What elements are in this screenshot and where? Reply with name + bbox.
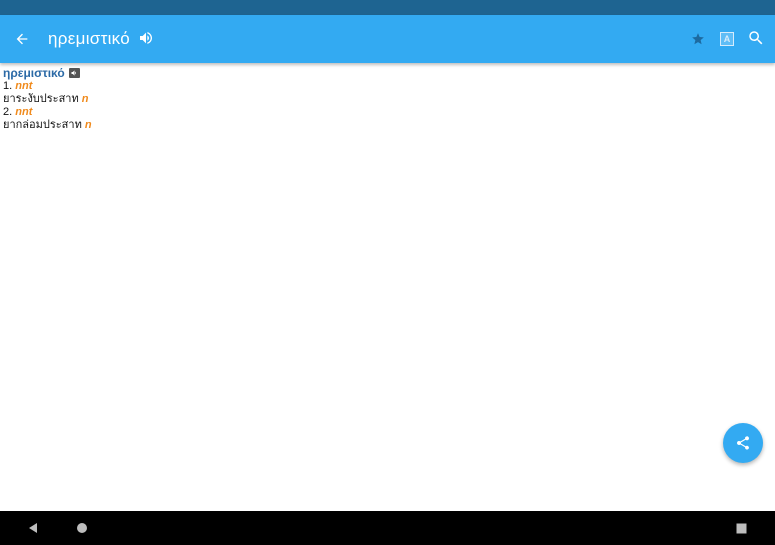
translation-tag: n — [84, 119, 92, 131]
favorite-button[interactable] — [686, 27, 710, 51]
sense-translation: ยาระงับประสาท n — [3, 93, 763, 106]
navigation-bar — [0, 511, 775, 545]
sense-pos: nnt — [15, 106, 33, 118]
headword: ηρεμιστικό — [3, 65, 65, 80]
screen: ηρεμιστικό A ηρεμιστικό 1. nnt ยาระงับปร… — [0, 0, 775, 545]
headword-row: ηρεμιστικό — [3, 66, 763, 80]
nav-back-button[interactable] — [26, 521, 40, 535]
sense-number: 1. — [3, 80, 13, 92]
font-size-button[interactable]: A — [715, 27, 739, 51]
translation-tag: n — [81, 93, 89, 105]
arrow-left-icon — [16, 33, 28, 45]
page-title: ηρεμιστικό — [48, 29, 131, 48]
sense-header: 1. nnt — [3, 80, 763, 93]
translation-text: ยาระงับประสาท — [3, 93, 79, 105]
share-icon — [736, 436, 750, 450]
circle-home-icon — [77, 523, 87, 533]
font-size-icon-letter: A — [723, 34, 731, 44]
translation-text: ยากล่อมประสาท — [3, 119, 82, 131]
sense-translation: ยากล่อมประสาท n — [3, 119, 763, 132]
search-button[interactable] — [744, 26, 768, 50]
font-size-icon: A — [720, 32, 734, 46]
pronounce-button[interactable] — [135, 26, 157, 50]
status-bar — [0, 0, 775, 15]
app-bar: ηρεμιστικό A — [0, 15, 775, 63]
sense-pos: nnt — [15, 80, 33, 92]
share-button[interactable] — [723, 423, 763, 463]
square-recents-icon — [736, 523, 746, 533]
star-icon — [692, 33, 704, 45]
nav-home-button[interactable] — [76, 522, 88, 534]
search-icon — [749, 31, 763, 45]
speaker-icon — [140, 32, 152, 44]
entry-content: ηρεμιστικό 1. nnt ยาระงับประสาท n 2. nnt… — [3, 66, 763, 132]
nav-recents-button[interactable] — [735, 522, 747, 534]
sense-number: 2. — [3, 106, 13, 118]
headword-speaker-icon[interactable] — [68, 68, 80, 78]
sense-header: 2. nnt — [3, 106, 763, 119]
back-button[interactable] — [8, 25, 36, 53]
triangle-back-icon — [29, 523, 37, 533]
